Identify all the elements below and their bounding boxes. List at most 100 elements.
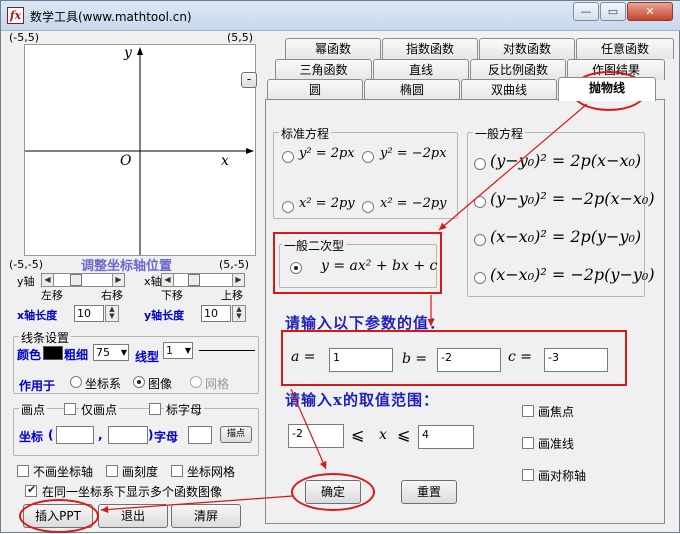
y-axis-slider[interactable]: ◀ ▶ bbox=[41, 273, 125, 287]
no-axis-checkbox[interactable] bbox=[17, 465, 29, 477]
point-x-input[interactable] bbox=[56, 426, 94, 444]
apply-axes-radio[interactable] bbox=[70, 376, 82, 388]
std-eq-radio-1[interactable] bbox=[282, 151, 294, 163]
color-label: 颜色 bbox=[17, 348, 42, 362]
only-point-checkbox[interactable] bbox=[64, 403, 76, 415]
std-eq-radio-3[interactable] bbox=[282, 201, 294, 213]
collapse-button[interactable]: - bbox=[241, 72, 257, 88]
tab-trig-function[interactable]: 三角函数 bbox=[275, 59, 372, 80]
maximize-button[interactable]: ▭ bbox=[600, 2, 626, 21]
multi-graph-label: 在同一坐标系下显示多个函数图像 bbox=[42, 485, 223, 499]
corner-label-tl: (-5,5) bbox=[9, 31, 40, 44]
x-length-label: x轴长度 bbox=[17, 309, 58, 322]
b-label: b = bbox=[402, 351, 428, 367]
corner-label-br: (5,-5) bbox=[219, 258, 250, 271]
window-title: 数学工具(www.mathtool.cn) bbox=[30, 10, 192, 24]
slider-right-arrow-icon[interactable]: ▶ bbox=[112, 274, 124, 286]
apply-axes-label: 坐标系 bbox=[85, 377, 122, 391]
tab-parabola[interactable]: 抛物线 bbox=[558, 77, 656, 101]
draw-ticks-checkbox[interactable] bbox=[106, 465, 118, 477]
reset-button[interactable]: 重置 bbox=[401, 480, 457, 504]
coord-open-paren: ( bbox=[48, 428, 54, 442]
tab-exponential-function[interactable]: 指数函数 bbox=[382, 38, 478, 59]
std-eq-3: x² = 2py bbox=[299, 196, 355, 211]
x-length-input[interactable]: 10 bbox=[74, 305, 104, 322]
x-length-stepper-icon[interactable]: ▲ ▼ bbox=[105, 305, 119, 322]
y-axis-slider-label: y轴 bbox=[17, 275, 35, 288]
y-length-stepper-icon[interactable]: ▲ ▼ bbox=[232, 305, 246, 322]
axis-grid-checkbox[interactable] bbox=[171, 465, 183, 477]
slider-left-arrow-icon[interactable]: ◀ bbox=[162, 274, 174, 286]
line-type-value: 1 bbox=[166, 344, 173, 357]
slider-left-arrow-icon[interactable]: ◀ bbox=[42, 274, 54, 286]
close-button[interactable]: ✕ bbox=[627, 2, 673, 21]
std-eq-4: x² = −2py bbox=[380, 196, 447, 211]
clear-button[interactable]: 清屏 bbox=[171, 504, 241, 528]
tab-hyperbola[interactable]: 双曲线 bbox=[461, 79, 557, 100]
label-letter-checkbox[interactable] bbox=[149, 403, 161, 415]
axes-drawing bbox=[25, 47, 254, 255]
slider-thumb[interactable] bbox=[188, 274, 200, 286]
line-type-select[interactable]: 1 ▼ bbox=[163, 342, 193, 359]
std-eq-radio-2[interactable] bbox=[362, 151, 374, 163]
draw-directrix-checkbox[interactable] bbox=[522, 437, 534, 449]
chevron-down-icon: ▼ bbox=[120, 348, 127, 357]
a-input[interactable]: 1 bbox=[329, 348, 393, 372]
coord-close-paren: ) bbox=[148, 428, 154, 442]
c-label: c = bbox=[508, 349, 533, 365]
point-y-input[interactable] bbox=[108, 426, 148, 444]
c-input[interactable]: -3 bbox=[544, 348, 608, 372]
tab-line[interactable]: 直线 bbox=[373, 59, 469, 80]
standard-eq-title: 标准方程 bbox=[279, 125, 332, 142]
general-eq-title: 一般方程 bbox=[473, 125, 526, 142]
b-input[interactable]: -2 bbox=[437, 348, 501, 372]
x-axis-slider[interactable]: ◀ ▶ bbox=[161, 273, 245, 287]
y-length-label: y轴长度 bbox=[144, 309, 185, 322]
tab-arbitrary-function[interactable]: 任意函数 bbox=[576, 38, 674, 59]
quadratic-radio[interactable] bbox=[290, 262, 302, 274]
tab-inverse-proportion[interactable]: 反比例函数 bbox=[470, 59, 566, 80]
std-eq-radio-4[interactable] bbox=[362, 201, 374, 213]
slider-thumb[interactable] bbox=[70, 274, 82, 286]
slider-right-arrow-icon[interactable]: ▶ bbox=[232, 274, 244, 286]
line-settings-title: 线条设置 bbox=[19, 329, 72, 346]
thickness-select[interactable]: 75 ▼ bbox=[93, 344, 129, 361]
apply-grid-radio[interactable] bbox=[190, 376, 202, 388]
letter-label: 字母 bbox=[154, 430, 179, 444]
draw-focus-label: 画焦点 bbox=[538, 405, 575, 419]
thickness-label: 粗细 bbox=[64, 348, 89, 362]
thickness-value: 75 bbox=[96, 346, 110, 359]
multi-graph-checkbox[interactable] bbox=[25, 483, 37, 497]
gen-eq-3: (x−x₀)² = 2p(y−y₀) bbox=[490, 227, 642, 246]
axis-adjust-title: 调整坐标轴位置 bbox=[81, 259, 173, 274]
color-swatch[interactable] bbox=[43, 346, 63, 360]
tab-power-function[interactable]: 幂函数 bbox=[285, 38, 381, 59]
minimize-button[interactable]: — bbox=[573, 2, 599, 21]
x-min-input[interactable]: -2 bbox=[288, 424, 344, 448]
std-eq-1: y² = 2px bbox=[299, 146, 355, 161]
label-letter-label: 标字母 bbox=[164, 401, 205, 418]
draw-focus-checkbox[interactable] bbox=[522, 405, 534, 417]
tab-logarithmic-function[interactable]: 对数函数 bbox=[479, 38, 575, 59]
point-letter-input[interactable] bbox=[188, 426, 212, 444]
gen-eq-radio-3[interactable] bbox=[474, 234, 486, 246]
line-preview bbox=[199, 350, 255, 351]
tab-circle[interactable]: 圆 bbox=[267, 79, 363, 100]
x-max-input[interactable]: 4 bbox=[418, 425, 474, 449]
draw-point-button[interactable]: 描点 bbox=[220, 426, 252, 443]
apply-graph-radio[interactable] bbox=[133, 376, 145, 388]
a-label: a = bbox=[291, 349, 316, 365]
tab-ellipse[interactable]: 椭圆 bbox=[364, 79, 460, 100]
gen-eq-radio-4[interactable] bbox=[474, 272, 486, 284]
x-var-label: x bbox=[379, 427, 387, 443]
range-heading: 请输入x的取值范围： bbox=[285, 391, 439, 409]
draw-axis-label: 画对称轴 bbox=[538, 469, 587, 483]
gen-eq-radio-2[interactable] bbox=[474, 196, 486, 208]
graph-canvas[interactable]: x y O bbox=[24, 44, 256, 256]
chevron-down-icon: ▼ bbox=[184, 346, 191, 355]
coord-label: 坐标 bbox=[19, 430, 44, 444]
y-length-input[interactable]: 10 bbox=[201, 305, 231, 322]
draw-axis-checkbox[interactable] bbox=[522, 469, 534, 481]
exit-button[interactable]: 退出 bbox=[98, 504, 168, 528]
gen-eq-radio-1[interactable] bbox=[474, 158, 486, 170]
